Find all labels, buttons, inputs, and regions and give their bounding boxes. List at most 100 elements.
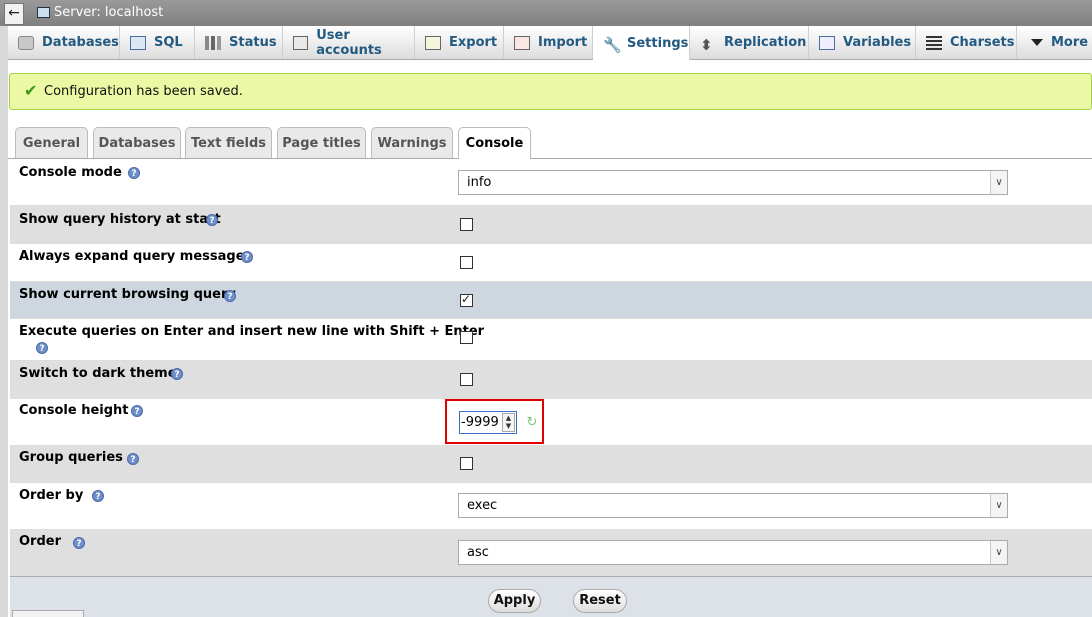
help-icon[interactable]: ? [73, 537, 85, 549]
subtab-text-fields[interactable]: Text fields [185, 127, 272, 158]
show-query-history-checkbox[interactable] [460, 218, 473, 231]
tab-variables[interactable]: Variables [809, 26, 916, 59]
subtab-general[interactable]: General [15, 127, 88, 158]
replication-icon: ⬍ [700, 35, 713, 54]
tab-label: SQL [154, 35, 183, 50]
setting-label: Show query history at start [19, 212, 221, 227]
help-icon[interactable]: ? [36, 342, 48, 354]
setting-row-dark-theme: Switch to dark theme ? [10, 361, 1092, 399]
order-select[interactable]: asc ∨ [458, 540, 1008, 565]
tab-export[interactable]: Export [415, 26, 504, 59]
help-icon[interactable]: ? [206, 214, 218, 226]
chevron-down-icon: ∨ [990, 171, 1007, 194]
spinner-arrows-icon[interactable]: ▲ ▼ [502, 413, 515, 432]
tab-status[interactable]: Status [195, 26, 283, 59]
charsets-icon [926, 35, 942, 50]
setting-row-group-queries: Group queries ? [10, 446, 1092, 483]
server-icon [37, 7, 50, 18]
group-queries-checkbox[interactable] [460, 457, 473, 470]
tab-label: Replication [724, 35, 807, 50]
tab-charsets[interactable]: Charsets [916, 26, 1017, 59]
help-icon[interactable]: ? [131, 405, 143, 417]
setting-row-execute-on-enter: Execute queries on Enter and insert new … [10, 319, 1092, 361]
tab-label: Variables [843, 35, 912, 50]
tab-user-accounts[interactable]: User accounts [283, 26, 415, 59]
setting-label: Group queries [19, 450, 123, 465]
wrench-icon: 🔧 [603, 36, 622, 54]
help-icon[interactable]: ? [241, 251, 253, 263]
console-height-input[interactable]: -9999 ▲ ▼ [459, 411, 517, 434]
reset-button[interactable]: Reset [573, 589, 627, 613]
left-panel-edge [0, 26, 8, 617]
input-value: -9999 [461, 415, 499, 430]
tab-label: More [1051, 35, 1089, 50]
setting-label: Console mode [19, 165, 122, 180]
tab-settings[interactable]: 🔧 Settings [593, 26, 690, 60]
success-message-text: Configuration has been saved. [44, 84, 243, 99]
chevron-down-icon: ∨ [990, 541, 1007, 564]
success-message: ✔ Configuration has been saved. [9, 73, 1092, 110]
always-expand-checkbox[interactable] [460, 256, 473, 269]
setting-row-always-expand: Always expand query messages ? [10, 244, 1092, 282]
subtab-warnings[interactable]: Warnings [371, 127, 453, 158]
tab-label: Databases [42, 35, 119, 50]
setting-row-show-browsing-query: Show current browsing query ? [10, 282, 1092, 319]
help-icon[interactable]: ? [171, 368, 183, 380]
subtab-console[interactable]: Console [458, 127, 531, 159]
variables-icon [819, 35, 835, 50]
setting-label: Execute queries on Enter and insert new … [19, 324, 485, 339]
tab-label: Charsets [950, 35, 1015, 50]
help-icon[interactable]: ? [92, 490, 104, 502]
console-toggle-tab[interactable] [12, 610, 84, 617]
form-footer [10, 576, 1092, 617]
tab-replication[interactable]: ⬍ Replication [690, 26, 809, 59]
console-mode-select[interactable]: info ∨ [458, 170, 1008, 195]
main-tabs: Databases SQL Status User accounts Expor… [8, 26, 1092, 60]
setting-label: Always expand query messages [19, 249, 253, 264]
tab-import[interactable]: Import [504, 26, 593, 59]
tab-label: Export [449, 35, 498, 50]
select-value: info [467, 175, 492, 190]
show-browsing-query-checkbox[interactable] [460, 292, 473, 307]
restore-default-icon[interactable]: ↻ [525, 416, 539, 430]
help-icon[interactable]: ? [224, 290, 236, 302]
setting-row-order: Order ? asc ∨ [10, 530, 1092, 576]
tab-label: Settings [627, 35, 689, 51]
back-arrow-button[interactable]: ← [4, 3, 24, 25]
help-icon[interactable]: ? [128, 167, 140, 179]
sql-icon [130, 35, 146, 50]
export-icon [425, 35, 441, 50]
setting-row-order-by: Order by ? exec ∨ [10, 483, 1092, 530]
tab-label: User accounts [316, 27, 382, 58]
setting-row-console-height: Console height ? [10, 399, 1092, 446]
help-icon[interactable]: ? [127, 453, 139, 465]
subtab-databases[interactable]: Databases [93, 127, 181, 158]
chevron-down-icon [1031, 39, 1043, 46]
setting-label: Order [19, 534, 61, 549]
tab-more[interactable]: More [1017, 26, 1092, 59]
import-icon [514, 35, 530, 50]
setting-label: Show current browsing query [19, 287, 236, 302]
apply-button[interactable]: Apply [488, 589, 541, 613]
check-icon: ✔ [24, 81, 38, 100]
setting-label: Switch to dark theme [19, 366, 177, 381]
status-icon [205, 35, 221, 50]
setting-row-show-query-history: Show query history at start ? [10, 206, 1092, 244]
setting-label: Console height [19, 403, 129, 418]
execute-on-enter-checkbox[interactable] [460, 331, 473, 344]
setting-row-console-mode: Console mode ? info ∨ [10, 159, 1092, 206]
select-value: asc [467, 545, 489, 560]
setting-label: Order by [19, 488, 84, 503]
user-accounts-icon [293, 35, 309, 50]
select-value: exec [467, 498, 498, 513]
subtab-page-titles[interactable]: Page titles [277, 127, 366, 158]
tab-label: Import [538, 35, 588, 50]
server-title[interactable]: Server: localhost [54, 5, 163, 20]
database-icon [18, 35, 34, 50]
dark-theme-checkbox[interactable] [460, 373, 473, 386]
tab-databases[interactable]: Databases [8, 26, 120, 59]
server-bar: ← Server: localhost [0, 0, 1092, 26]
order-by-select[interactable]: exec ∨ [458, 493, 1008, 518]
tab-sql[interactable]: SQL [120, 26, 195, 59]
tab-label: Status [229, 35, 277, 50]
